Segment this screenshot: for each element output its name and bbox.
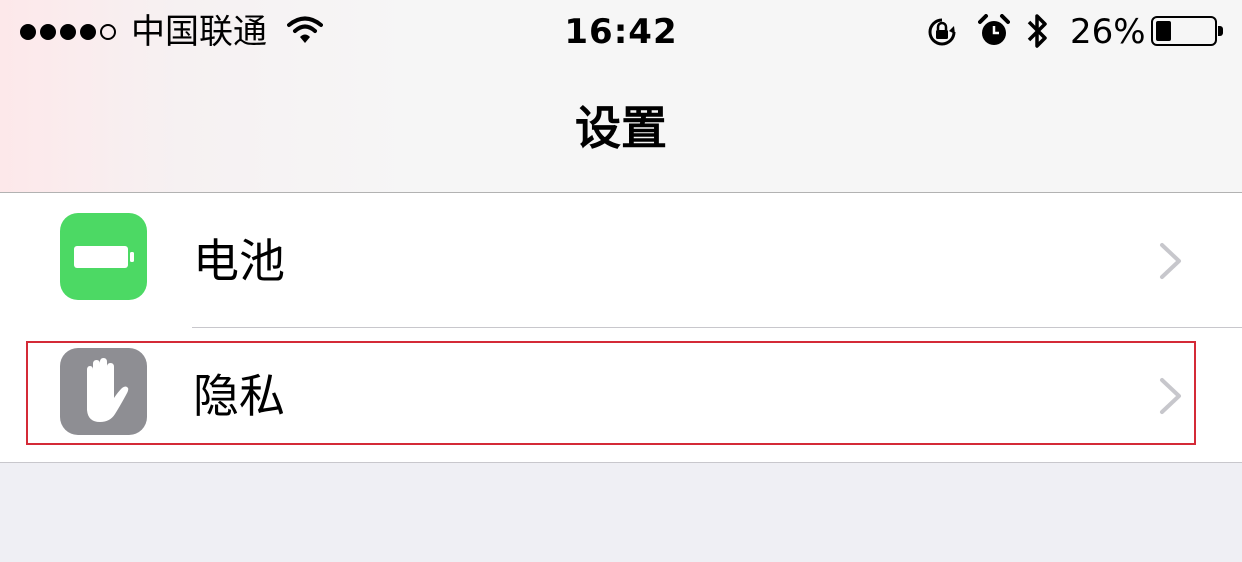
status-time: 16:42 — [564, 12, 678, 52]
chevron-right-icon — [1160, 243, 1181, 279]
battery-fill — [1156, 21, 1171, 41]
highlight-box — [26, 341, 1196, 445]
status-bar: 中国联通 16:42 26% — [0, 0, 1242, 64]
page-title: 设置 — [575, 101, 667, 155]
rotation-lock-icon — [928, 18, 956, 46]
battery-glyph-icon — [74, 246, 134, 268]
battery-icon — [1151, 16, 1223, 46]
header: 中国联通 16:42 26% 设置 — [0, 0, 1242, 193]
bluetooth-icon — [1027, 14, 1047, 48]
settings-row-label: 电池 — [193, 234, 285, 288]
battery-app-icon — [60, 213, 147, 300]
battery-percentage: 26% — [1070, 12, 1146, 52]
settings-row-battery[interactable]: 电池 — [0, 193, 1242, 328]
battery-nub — [1218, 26, 1223, 36]
alarm-icon — [978, 14, 1010, 45]
